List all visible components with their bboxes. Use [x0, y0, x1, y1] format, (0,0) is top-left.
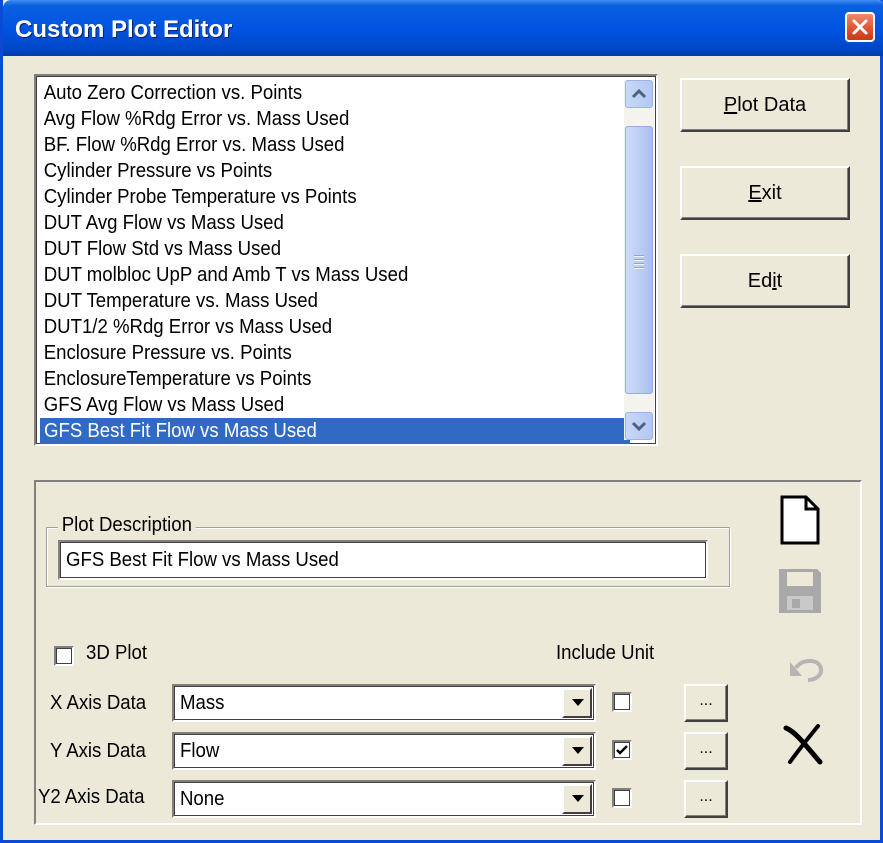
plot-list-item[interactable]: DUT Flow Std vs Mass Used [40, 236, 589, 262]
plot-data-button[interactable]: Plot Data [680, 78, 850, 132]
x-axis-label: X Axis Data [50, 692, 147, 714]
plot-list-item-label: GFS Best Fit Flow vs Mass Used [44, 420, 317, 442]
plot-list-item-label: DUT Flow Std vs Mass Used [43, 238, 282, 260]
y2-axis-select[interactable]: None [172, 780, 596, 818]
scroll-down-button[interactable] [625, 412, 653, 440]
plot-description-input[interactable]: GFS Best Fit Flow vs Mass Used [58, 540, 708, 580]
y-axis-value: Flow [180, 740, 220, 762]
plot-list-item[interactable]: DUT1/2 %Rdg Error vs Mass Used [40, 314, 589, 340]
y2-axis-value: None [180, 788, 225, 810]
y-axis-label: Y Axis Data [50, 740, 146, 762]
title-bar: Custom Plot Editor [3, 0, 883, 56]
scroll-up-button[interactable] [625, 80, 653, 108]
plot-list-item-label: DUT molbloc UpP and Amb T vs Mass Used [43, 264, 409, 286]
y-axis-browse-button[interactable]: ... [684, 732, 728, 770]
plot-list-item-label: DUT Temperature vs. Mass Used [43, 290, 318, 312]
plot-list-item-label: DUT1/2 %Rdg Error vs Mass Used [43, 316, 333, 338]
plot-list-item[interactable]: GFS Best Fit Flow vs Mass Used [40, 418, 630, 444]
plot-list-item[interactable]: DUT Avg Flow vs Mass Used [40, 210, 589, 236]
y2-axis-include-unit-checkbox[interactable] [612, 788, 632, 808]
plot-list-item-label: GFS Avg Flow vs Mass Used [43, 394, 285, 416]
edit-button[interactable]: Edit [680, 254, 850, 308]
plot-list-item[interactable]: Auto Zero Correction vs. Points [40, 80, 589, 106]
chevron-down-icon [631, 421, 647, 432]
plot-list-item-label: Cylinder Probe Temperature vs Points [43, 186, 357, 208]
save-icon [779, 569, 821, 613]
dropdown-arrow-icon [572, 747, 584, 754]
plot-list-item-label: EnclosureTemperature vs Points [43, 368, 312, 390]
3d-plot-label: 3D Plot [86, 642, 148, 664]
chevron-up-icon [631, 88, 647, 99]
close-icon [852, 19, 868, 35]
y-axis-dropdown-button[interactable] [562, 736, 592, 766]
plot-list-item[interactable]: Enclosure Pressure vs. Points [40, 340, 589, 366]
plot-list-scrollbar[interactable] [624, 80, 654, 440]
plot-list[interactable]: Auto Zero Correction vs. Points Avg Flow … [34, 74, 658, 446]
delete-icon[interactable] [782, 722, 826, 766]
plot-list-item-label: BF. Flow %Rdg Error vs. Mass Used [43, 134, 345, 156]
y2-axis-browse-button[interactable]: ... [684, 780, 728, 818]
exit-button[interactable]: Exit [680, 166, 850, 220]
plot-list-item-label: Auto Zero Correction vs. Points [43, 82, 303, 104]
new-document-icon[interactable] [776, 494, 824, 546]
plot-list-item[interactable]: DUT Temperature vs. Mass Used [40, 288, 589, 314]
plot-list-item[interactable]: DUT molbloc UpP and Amb T vs Mass Used [40, 262, 589, 288]
3d-plot-checkbox[interactable] [54, 646, 74, 666]
plot-list-item-label: Avg Flow %Rdg Error vs. Mass Used [43, 108, 350, 130]
x-axis-browse-button[interactable]: ... [684, 684, 728, 722]
plot-list-item-label: Cylinder Pressure vs Points [43, 160, 273, 182]
plot-list-item[interactable]: EnclosureTemperature vs Points [40, 366, 589, 392]
scroll-thumb[interactable] [625, 126, 653, 394]
include-unit-label: Include Unit [556, 642, 655, 664]
plot-description-label: Plot Description [58, 514, 196, 537]
dropdown-arrow-icon [572, 699, 584, 706]
plot-list-item[interactable]: Avg Flow %Rdg Error vs. Mass Used [40, 106, 589, 132]
y2-axis-label: Y2 Axis Data [38, 786, 145, 808]
close-button[interactable] [845, 12, 875, 42]
x-axis-value: Mass [180, 692, 225, 714]
y2-axis-dropdown-button[interactable] [562, 784, 592, 814]
plot-list-item-label: DUT Avg Flow vs Mass Used [43, 212, 284, 234]
plot-list-item[interactable]: BF. Flow %Rdg Error vs. Mass Used [40, 132, 589, 158]
plot-list-item[interactable]: Cylinder Pressure vs Points [40, 158, 589, 184]
plot-list-item[interactable]: Cylinder Probe Temperature vs Points [40, 184, 589, 210]
plot-list-item-label: Enclosure Pressure vs. Points [43, 342, 292, 364]
x-axis-include-unit-checkbox[interactable] [612, 692, 632, 712]
plot-list-items: Auto Zero Correction vs. Points Avg Flow … [40, 80, 630, 444]
checkmark-icon [616, 745, 628, 755]
window-title: Custom Plot Editor [15, 16, 233, 43]
x-axis-dropdown-button[interactable] [562, 688, 592, 718]
y-axis-select[interactable]: Flow [172, 732, 596, 770]
dropdown-arrow-icon [572, 795, 584, 802]
x-axis-select[interactable]: Mass [172, 684, 596, 722]
grip-icon [634, 255, 644, 271]
y-axis-include-unit-checkbox[interactable] [612, 740, 632, 760]
undo-icon [790, 659, 823, 682]
plot-list-item[interactable]: GFS Avg Flow vs Mass Used [40, 392, 589, 418]
